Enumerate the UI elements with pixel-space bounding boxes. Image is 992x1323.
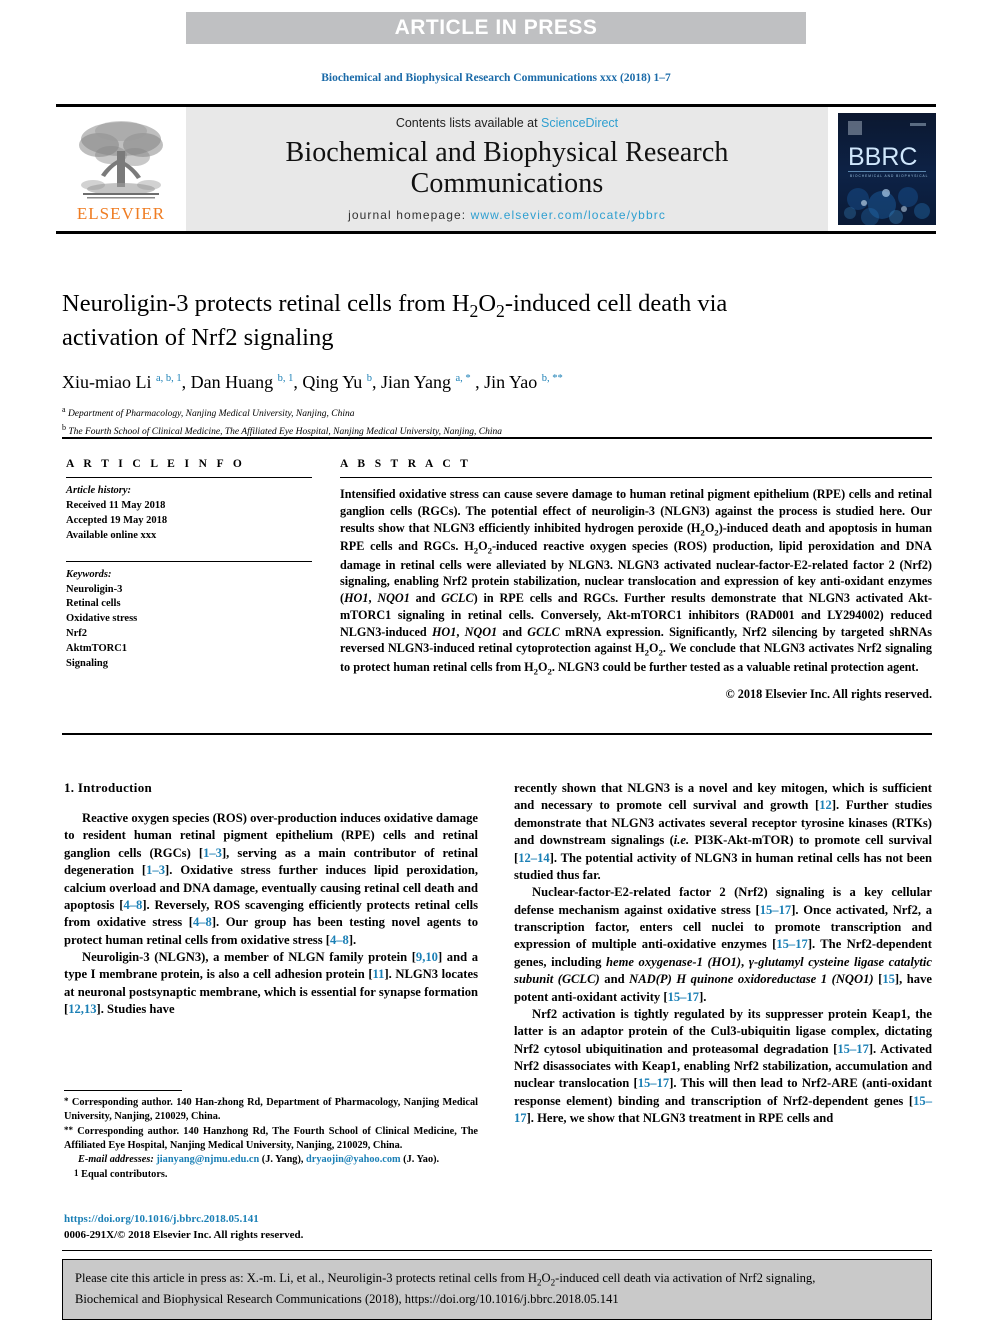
paragraph: Neuroligin-3 (NLGN3), a member of NLGN f… [64,950,478,1017]
affiliation-a-marker: a [62,404,66,414]
accepted-date: Accepted 19 May 2018 [66,514,168,526]
footnote-marker-double-star: ** [64,1125,73,1135]
body-column-right: recently shown that NLGN3 is a novel and… [514,780,932,1128]
contents-list-line: Contents lists available at ScienceDirec… [396,116,618,130]
keywords-label: Keywords: [66,568,112,580]
article-history-block: Article history: Received 11 May 2018 Ac… [66,484,312,544]
abstract-rule [340,477,932,478]
article-info-heading: A R T I C L E I N F O [66,458,246,470]
footnote-equal-text: Equal contributors. [81,1169,168,1180]
affiliation-b-text: The Fourth School of Clinical Medicine, … [68,426,502,437]
affiliation-a-text: Department of Pharmacology, Nanjing Medi… [67,408,355,419]
journal-reference-line: Biochemical and Biophysical Research Com… [321,72,671,84]
keyword-item: Nrf2 [66,628,87,640]
abstract-section: A B S T R A C T Intensified oxidative st… [340,458,932,702]
footnote-corresponding-2: ** Corresponding author. 140 Hanzhong Rd… [64,1124,478,1153]
title-part-1: Neuroligin-3 protects retinal cells from… [62,290,470,317]
citation-footer-text: Please cite this article in press as: X.… [75,1271,816,1306]
author-list: Xiu-miao Li a, b, 1, Dan Huang b, 1, Qin… [62,372,563,393]
paragraph: Reactive oxygen species (ROS) over-produ… [64,811,478,947]
doi-link[interactable]: https://doi.org/10.1016/j.bbrc.2018.05.1… [64,1212,478,1228]
article-in-press-label: ARTICLE IN PRESS [394,16,598,39]
received-date: Received 11 May 2018 [66,499,166,511]
bbrc-journal-cover: BBRC BIOCHEMICAL AND BIOPHYSICAL [838,113,936,225]
contents-prefix: Contents lists available at [395,116,542,130]
keywords-block: Keywords: Neuroligin-3 Retinal cells Oxi… [66,568,312,672]
footnote-corresponding-2-text: Corresponding author. 140 Hanzhong Rd, T… [64,1126,478,1151]
email-owner-2: (J. Yao). [403,1154,440,1165]
homepage-prefix: journal homepage: [348,208,471,222]
divider-under-abstract [62,733,932,735]
email-addresses-label: E-mail addresses: [78,1154,154,1165]
journal-title: Biochemical and Biophysical Research Com… [285,137,729,199]
footnote-marker-1: 1 [74,1168,79,1178]
article-info-rule [66,477,312,478]
elsevier-tree-icon [79,120,163,198]
article-history-label: Article history: [66,485,132,496]
paragraph: Nrf2 activation is tightly regulated by … [514,1006,933,1126]
journal-homepage-link[interactable]: www.elsevier.com/locate/ybbrc [471,208,666,222]
title-sub-2b: 2 [496,300,505,321]
svg-text:BBRC: BBRC [848,143,917,171]
sciencedirect-link[interactable]: ScienceDirect [541,116,618,130]
footnote-marker-star: * [64,1096,69,1106]
footnote-corresponding-1: * Corresponding author. 140 Han-zhong Rd… [64,1095,478,1124]
citation-part-3: Biochemical and Biophysical Research Com… [75,1291,619,1306]
footnote-emails: E-mail addresses: jianyang@njmu.edu.cn (… [78,1154,440,1165]
keyword-item: Retinal cells [66,598,121,610]
keywords-rule [66,560,312,562]
article-info-section: A R T I C L E I N F O Article history: R… [66,458,312,672]
abstract-heading: A B S T R A C T [340,458,472,470]
abstract-copyright: © 2018 Elsevier Inc. All rights reserved… [725,687,932,702]
paragraph: recently shown that NLGN3 is a novel and… [514,781,932,882]
elsevier-logo: ELSEVIER [56,107,186,231]
title-part-O: O [478,290,497,317]
footnote-corresponding-1-text: Corresponding author. 140 Han-zhong Rd, … [64,1097,479,1122]
affiliation-b-marker: b [62,422,66,432]
keyword-item: Oxidative stress [66,613,138,625]
title-line-2: activation of Nrf2 signaling [62,324,334,352]
footnote-divider [64,1090,182,1091]
divider-under-authors [62,437,932,439]
available-online: Available online xxx [66,529,157,541]
citation-footer-box: Please cite this article in press as: X.… [62,1259,932,1320]
footnote-equal-contributors: 1 Equal contributors. [64,1167,478,1182]
body-column-left: 1. Introduction Reactive oxygen species … [64,780,478,1019]
paragraph: Nuclear-factor-E2-related factor 2 (Nrf2… [514,885,933,1004]
footer-divider [62,1250,932,1251]
keyword-item: AktmTORC1 [66,643,128,655]
issn-copyright-line: 0006-291X/© 2018 Elsevier Inc. All right… [64,1228,304,1241]
journal-homepage-line: journal homepage: www.elsevier.com/locat… [348,208,666,222]
masthead-center: Contents lists available at ScienceDirec… [186,107,828,231]
journal-masthead: ELSEVIER Contents lists available at Sci… [56,104,936,234]
footnotes-block: * Corresponding author. 140 Han-zhong Rd… [64,1090,478,1182]
article-in-press-banner: ARTICLE IN PRESS [186,12,806,44]
citation-sub-2a: 2 [536,1277,542,1288]
bbrc-cover-image: BBRC BIOCHEMICAL AND BIOPHYSICAL [838,113,936,225]
keyword-item: Signaling [66,658,109,670]
email-owner-1: (J. Yang) [261,1154,301,1165]
svg-text:BIOCHEMICAL AND BIOPHYSICAL: BIOCHEMICAL AND BIOPHYSICAL [850,174,928,178]
email-link-1[interactable]: jianyang@njmu.edu.cn [156,1154,259,1165]
elsevier-wordmark: ELSEVIER [76,203,166,223]
title-part-2: -induced cell death via [504,290,728,317]
citation-part-1: Please cite this article in press as: X.… [75,1271,537,1285]
abstract-body: Intensified oxidative stress can cause s… [340,487,933,677]
title-block: Neuroligin-3 protects retinal cells from… [62,288,932,440]
section-heading-introduction: 1. Introduction [64,780,153,795]
citation-part-2: -induced cell death via activation of Nr… [555,1271,816,1285]
journal-article-page: ARTICLE IN PRESS Biochemical and Biophys… [0,0,992,1323]
affiliations: a Department of Pharmacology, Nanjing Me… [62,404,932,440]
affiliation-a: a Department of Pharmacology, Nanjing Me… [62,404,932,422]
email-link-2[interactable]: dryaojin@yahoo.com [306,1154,401,1165]
doi-block: https://doi.org/10.1016/j.bbrc.2018.05.1… [64,1212,478,1243]
keyword-item: Neuroligin-3 [66,583,123,595]
page-title: Neuroligin-3 protects retinal cells from… [62,288,932,353]
